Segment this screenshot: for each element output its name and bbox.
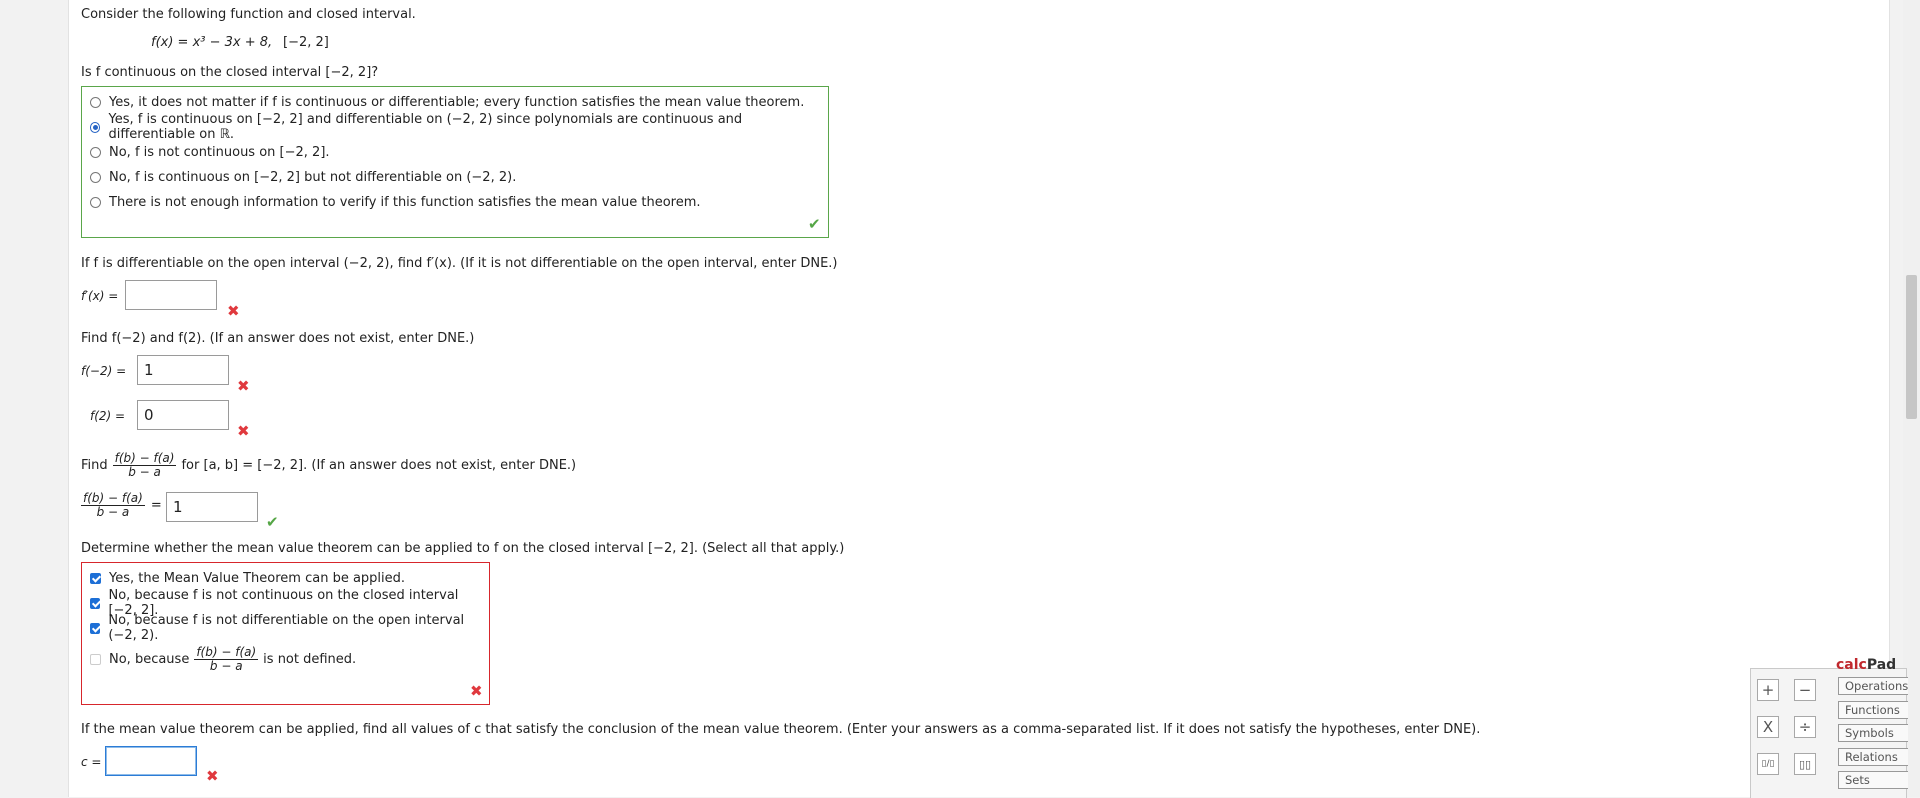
scrollbar-thumb[interactable] (1906, 275, 1917, 419)
calcpad-title: calcPad (1836, 657, 1897, 673)
f-neg2-input[interactable]: 1 (137, 355, 229, 385)
mvt-answer-box: Yes, the Mean Value Theorem can be appli… (81, 562, 490, 705)
continuity-answer-box: Yes, it does not matter if f is continuo… (81, 86, 829, 238)
calcpad-tab-functions[interactable]: Functions (1838, 701, 1908, 719)
checkbox-checked[interactable] (90, 622, 101, 634)
difference-quotient-prompt: Find f(b) − f(a) b − a for [a, b] = [−2,… (81, 451, 577, 479)
radio-option-3[interactable]: No, f is not continuous on [−2, 2]. (90, 142, 330, 162)
f-neg2-label: f(−2) = (81, 364, 127, 378)
radio-option-1[interactable]: Yes, it does not matter if f is continuo… (90, 92, 804, 112)
radio-option-4[interactable]: No, f is continuous on [−2, 2] but not d… (90, 167, 516, 187)
calcpad-tab-operations[interactable]: Operations (1838, 677, 1908, 695)
interval-expression: [−2, 2] (283, 35, 329, 50)
checkbox-unchecked[interactable] (90, 653, 101, 665)
f-2-input[interactable]: 0 (137, 400, 229, 430)
incorrect-x-icon: ✖ (227, 302, 240, 320)
radio-button[interactable] (90, 196, 101, 208)
derivative-label: f′(x) = (81, 289, 119, 303)
incorrect-x-icon: ✖ (206, 767, 219, 785)
checkbox-option-1[interactable]: Yes, the Mean Value Theorem can be appli… (90, 568, 405, 588)
continuity-question: Is f continuous on the closed interval [… (81, 65, 379, 80)
divide-key[interactable]: ÷ (1794, 716, 1816, 738)
checkbox-checked[interactable] (90, 597, 101, 609)
difference-quotient-input[interactable]: 1 (166, 492, 258, 522)
intro-text: Consider the following function and clos… (81, 7, 416, 22)
f-2-label: f(2) = (90, 409, 126, 423)
difference-quotient-label: f(b) − f(a) b − a = (81, 491, 162, 519)
minus-key[interactable]: − (1794, 679, 1816, 701)
correct-check-icon: ✔ (808, 215, 821, 233)
difference-quotient-fraction: f(b) − f(a) b − a (112, 451, 177, 479)
correct-check-icon: ✔ (266, 513, 279, 531)
derivative-input[interactable] (125, 280, 217, 310)
incorrect-x-icon: ✖ (237, 377, 250, 395)
calcpad-tab-symbols[interactable]: Symbols (1838, 724, 1908, 742)
fraction-key[interactable]: ▯/▯ (1757, 753, 1779, 775)
exponent-key[interactable]: ▯▯ (1794, 753, 1816, 775)
question-page: Consider the following function and clos… (68, 0, 1890, 797)
function-values-prompt: Find f(−2) and f(2). (If an answer does … (81, 331, 475, 346)
calcpad-tab-sets[interactable]: Sets (1838, 771, 1908, 789)
radio-option-5[interactable]: There is not enough information to verif… (90, 192, 701, 212)
incorrect-x-icon: ✖ (237, 422, 250, 440)
radio-button[interactable] (90, 146, 101, 158)
radio-button[interactable] (90, 96, 101, 108)
derivative-prompt: If f is differentiable on the open inter… (81, 256, 838, 271)
checkbox-option-2[interactable]: No, because f is not continuous on the c… (90, 588, 489, 618)
multiply-key[interactable]: X (1757, 716, 1779, 738)
incorrect-x-icon: ✖ (470, 682, 483, 700)
checkbox-checked[interactable] (90, 572, 101, 584)
radio-button-selected[interactable] (90, 121, 101, 133)
radio-option-2[interactable]: Yes, f is continuous on [−2, 2] and diff… (90, 112, 828, 142)
plus-key[interactable]: + (1757, 679, 1779, 701)
c-values-input[interactable] (105, 746, 197, 776)
checkbox-option-4[interactable]: No, because f(b) − f(a) b − a is not def… (90, 643, 356, 675)
radio-button[interactable] (90, 171, 101, 183)
checkbox-option-3[interactable]: No, because f is not differentiable on t… (90, 613, 489, 643)
c-label: c = (81, 755, 102, 769)
mvt-applicability-prompt: Determine whether the mean value theorem… (81, 541, 845, 556)
function-expression: f(x) = x³ − 3x + 8, (151, 35, 273, 50)
calcpad-tab-relations[interactable]: Relations (1838, 748, 1908, 766)
mvt-c-values-prompt: If the mean value theorem can be applied… (81, 722, 1481, 737)
